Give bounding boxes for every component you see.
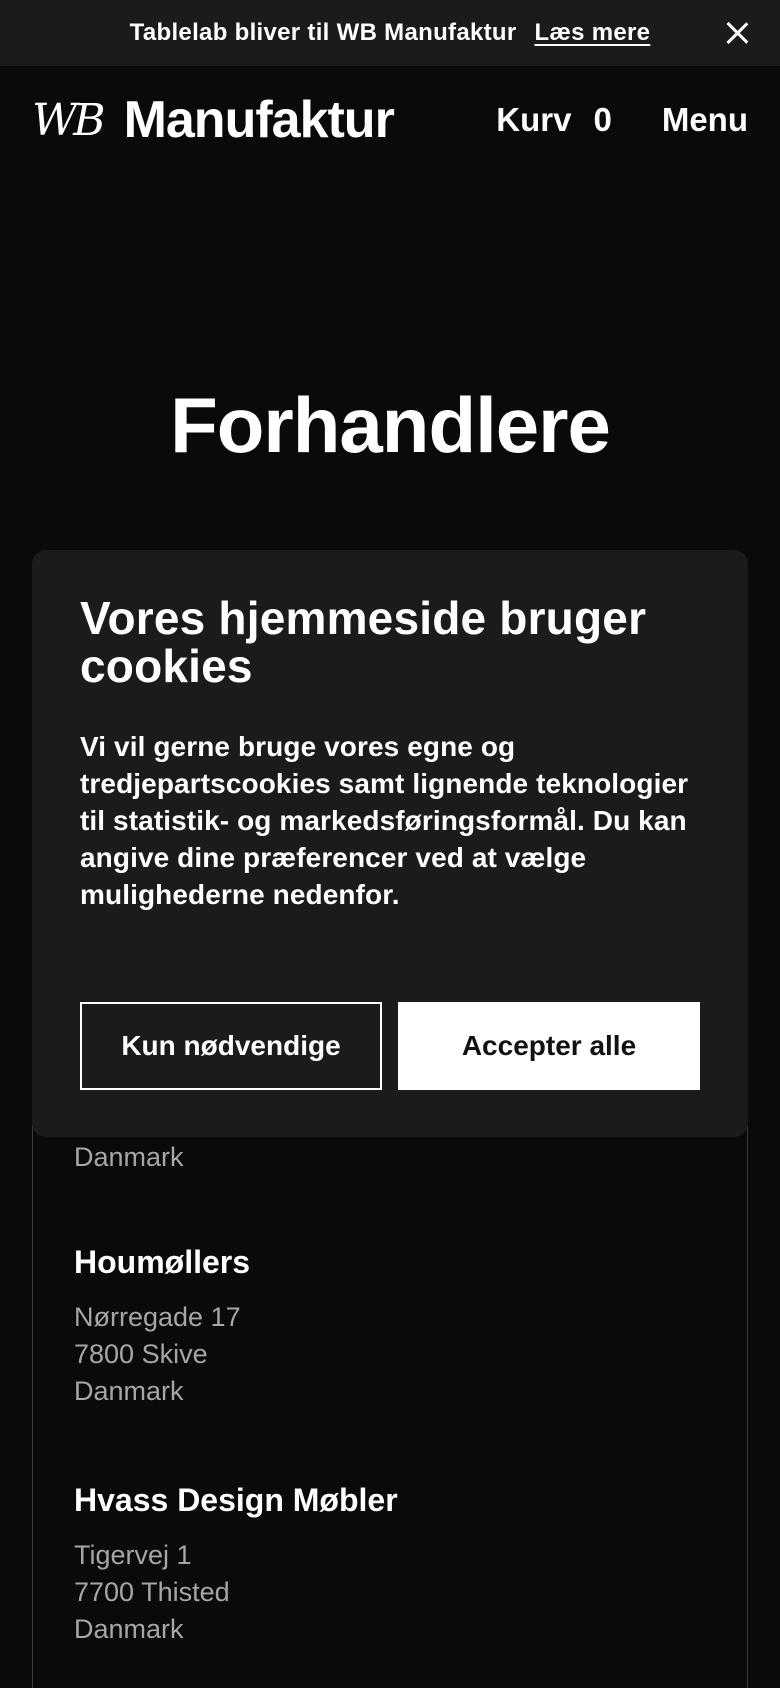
cookie-buttons: Kun nødvendige Accepter alle xyxy=(80,1002,700,1090)
header-nav: Kurv 0 Menu xyxy=(496,101,748,139)
dealer-country: Danmark xyxy=(74,1142,184,1172)
accept-all-button[interactable]: Accepter alle xyxy=(398,1002,700,1090)
dealer-country: Danmark xyxy=(74,1376,184,1406)
cart-button[interactable]: Kurv 0 xyxy=(496,101,612,139)
logo[interactable]: WB Manufaktur xyxy=(32,90,395,150)
cookie-body: Vi vil gerne bruge vores egne og tredjep… xyxy=(80,731,689,910)
announcement-read-more-link[interactable]: Læs mere xyxy=(535,19,651,47)
cookie-dialog: Vores hjemmeside bruger cookies Vi vil g… xyxy=(32,550,748,1137)
cart-count: 0 xyxy=(593,101,612,138)
logo-mark: WB xyxy=(32,94,106,146)
announcement-bar: Tablelab bliver til WB Manufaktur Læs me… xyxy=(0,0,780,66)
announcement-text: Tablelab bliver til WB Manufaktur xyxy=(129,19,517,46)
necessary-only-button[interactable]: Kun nødvendige xyxy=(80,1002,382,1090)
cookie-title: Vores hjemmeside bruger cookies xyxy=(80,592,647,692)
menu-button[interactable]: Menu xyxy=(662,101,748,139)
dealer-street: Tigervej 1 xyxy=(74,1540,192,1570)
dealer-item: Houmøllers Nørregade 17 7800 Skive Danma… xyxy=(74,1244,250,1410)
dealer-name: Houmøllers xyxy=(74,1244,251,1280)
page: Tablelab bliver til WB Manufaktur Læs me… xyxy=(0,0,780,1688)
dealer-city: 7800 Skive xyxy=(74,1339,208,1369)
cart-label: Kurv xyxy=(496,101,572,138)
dealer-name: Hvass Design Møbler xyxy=(74,1482,398,1518)
close-icon[interactable] xyxy=(724,20,750,46)
dealer-street: Nørregade 17 xyxy=(74,1302,241,1332)
dealer-item: Hvass Design Møbler Tigervej 1 7700 This… xyxy=(74,1482,398,1648)
dealer-city: 7700 Thisted xyxy=(74,1577,230,1607)
site-header: WB Manufaktur Kurv 0 Menu xyxy=(0,66,780,174)
dealer-country: Danmark xyxy=(74,1614,184,1644)
logo-text: Manufaktur xyxy=(123,91,395,149)
page-title: Forhandlere xyxy=(170,381,611,469)
